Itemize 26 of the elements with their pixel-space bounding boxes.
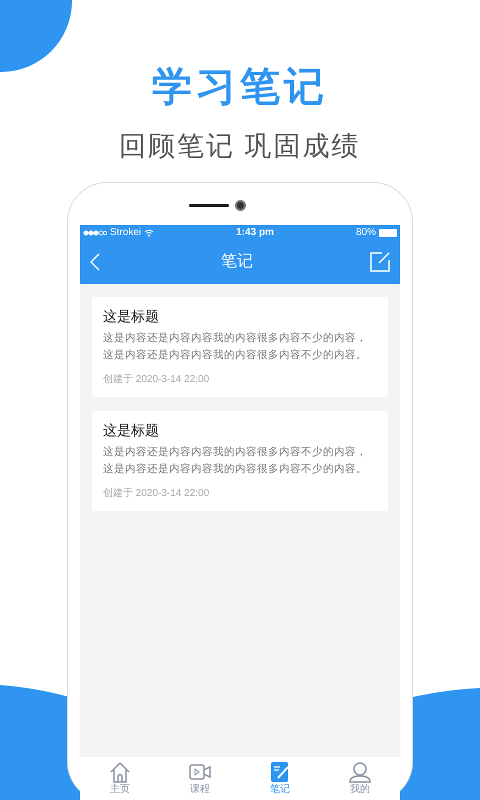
note-title: 这是标题 bbox=[103, 421, 160, 440]
subheadline: 回顾笔记 巩固成绩 bbox=[119, 130, 361, 163]
note-body: 这是内容还是内容内容我的内容很多内容不少的内容，这是内容还是内容内容我的内容很多内容不少的内容。 bbox=[103, 445, 368, 477]
note-card[interactable]: 这是标题 这是内容还是内容内容我的内容很多内容不少的内容，这是内容还是内容内容我的内容很多内容不少的内容。 创建于 2020-3-14 22:00 bbox=[92, 411, 388, 511]
notepad-icon bbox=[269, 761, 291, 783]
created-date: 创建于 2020-3-14 22:00 bbox=[103, 487, 210, 501]
note-card[interactable]: 这是标题 这是内容还是内容内容我的内容很多内容不少的内容，这是内容还是内容内容我的内容很多内容不少的内容。 创建于 2020-3-14 22:00 bbox=[92, 297, 388, 397]
tab[interactable]: 笔记 bbox=[240, 757, 320, 800]
note-title: 这是标题 bbox=[103, 307, 160, 326]
note-body: 这是内容还是内容内容我的内容很多内容不少的内容，这是内容还是内容内容我的内容很多内容不少的内容。 bbox=[103, 331, 368, 363]
signal-icon bbox=[83, 230, 107, 236]
speaker-slot bbox=[188, 204, 228, 206]
person-icon bbox=[349, 761, 371, 783]
status-time: 1:43 pm bbox=[236, 226, 274, 240]
wifi-icon bbox=[144, 228, 154, 236]
battery-icon bbox=[379, 228, 397, 236]
tab[interactable]: 主页 bbox=[80, 757, 160, 800]
created-date: 创建于 2020-3-14 22:00 bbox=[103, 373, 210, 387]
compose-button[interactable] bbox=[370, 252, 390, 272]
battery-percent: 80% bbox=[356, 226, 376, 240]
nav-title: 笔记 bbox=[221, 252, 253, 272]
tab[interactable]: 课程 bbox=[160, 757, 240, 800]
carrier-name: Strokei bbox=[110, 226, 142, 240]
house-icon bbox=[109, 761, 131, 783]
tab[interactable]: 我的 bbox=[320, 757, 400, 800]
headline: 学习笔记 bbox=[152, 64, 328, 111]
